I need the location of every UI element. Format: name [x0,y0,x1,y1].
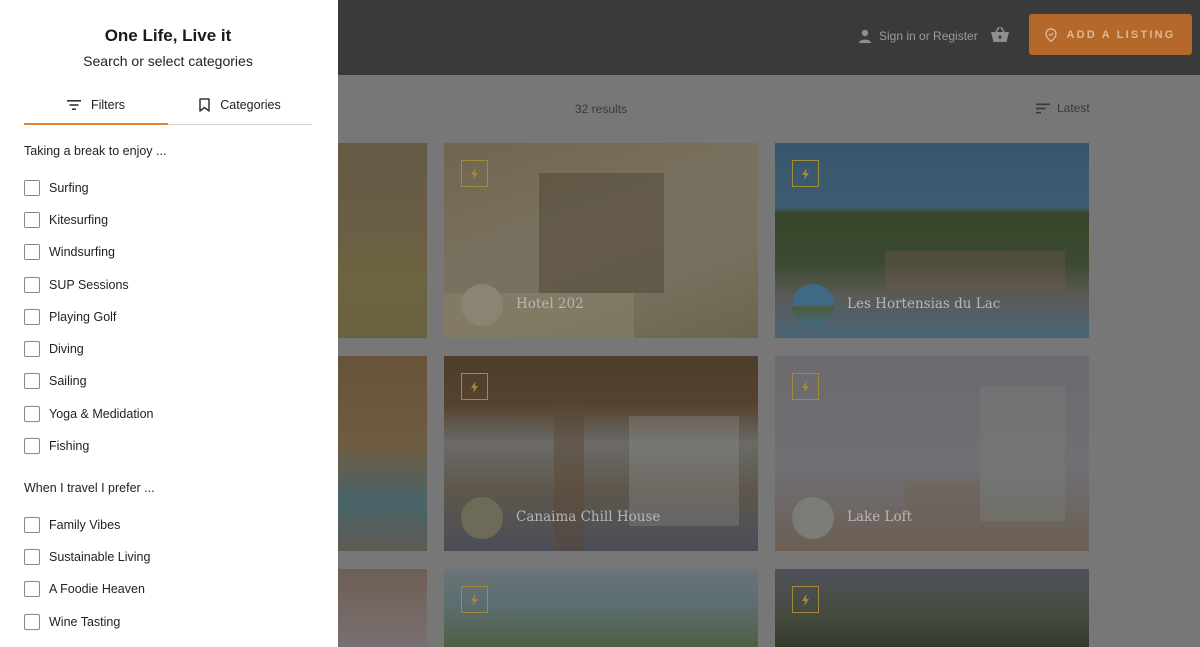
tab-active-indicator [24,123,168,125]
filter-option-sustainable-living[interactable]: Sustainable Living [24,548,150,565]
filter-lines-icon [66,99,81,110]
listing-card[interactable] [338,143,427,338]
option-label: Windsurfing [49,244,115,259]
featured-badge-icon [792,160,819,187]
filter-option-kitesurfing[interactable]: Kitesurfing [24,211,108,228]
listing-title[interactable]: Hotel 202 [516,296,584,312]
option-label: Fishing [49,438,90,453]
featured-badge-icon [461,373,488,400]
drawer-subtitle: Search or select categories [83,53,253,69]
filter-drawer: One Life, Live it Search or select categ… [0,0,338,647]
listing-card-hotel-202[interactable]: Hotel 202 [444,143,758,338]
checkbox[interactable] [24,548,40,565]
filter-option-windsurfing[interactable]: Windsurfing [24,243,115,260]
listing-title[interactable]: Lake Loft [847,509,912,525]
checkbox[interactable] [24,405,40,422]
featured-badge-icon [461,586,488,613]
listing-card-les-hortensias[interactable]: Les Hortensias du Lac [775,143,1089,338]
checkbox[interactable] [24,211,40,228]
basket-icon[interactable] [990,26,1010,44]
card-photo-detail [539,173,664,293]
option-label: A Foodie Heaven [49,581,145,596]
checkbox[interactable] [24,179,40,196]
option-label: Kitesurfing [49,212,109,227]
checkbox[interactable] [24,340,40,357]
filter-option-playing-golf[interactable]: Playing Golf [24,308,116,325]
listing-card[interactable] [444,569,758,647]
add-listing-label: ADD A LISTING [1066,28,1176,41]
filter-option-sailing[interactable]: Sailing [24,372,87,389]
sort-label: Latest [1057,101,1090,115]
checkbox[interactable] [24,276,40,293]
signin-label: Sign in or Register [879,29,978,43]
listing-title[interactable]: Les Hortensias du Lac [847,296,1000,312]
listing-card[interactable] [338,569,427,647]
checkbox[interactable] [24,613,40,630]
host-avatar [461,284,503,326]
bookmark-icon [199,97,211,112]
tab-categories-label: Categories [220,97,281,112]
checkbox[interactable] [24,437,40,454]
card-photo-detail [905,481,980,521]
location-pin-icon [1045,27,1058,42]
featured-badge-icon [792,373,819,400]
listing-card[interactable] [775,569,1089,647]
filter-option-diving[interactable]: Diving [24,340,84,357]
card-photo-detail [885,251,1065,291]
section-title-activities: Taking a break to enjoy ... [24,144,167,158]
option-label: Diving [49,341,84,356]
option-label: Family Vibes [49,517,121,532]
listing-card[interactable] [338,356,427,551]
option-label: Yoga & Medidation [49,406,154,421]
checkbox[interactable] [24,308,40,325]
listing-title[interactable]: Canaima Chill House [516,509,660,525]
filter-option-wine-tasting[interactable]: Wine Tasting [24,613,120,630]
user-icon [859,29,871,43]
signin-link[interactable]: Sign in or Register [858,27,978,45]
tab-categories[interactable]: Categories [168,84,312,125]
drawer-title: One Life, Live it [104,26,232,45]
option-label: Sailing [49,373,87,388]
section-title-preferences: When I travel I prefer ... [24,481,155,495]
filter-option-family-vibes[interactable]: Family Vibes [24,516,120,533]
filter-option-surfing[interactable]: Surfing [24,179,89,196]
tab-filters[interactable]: Filters [24,84,168,125]
option-label: Playing Golf [49,309,117,324]
results-count: 32 results [575,102,628,116]
checkbox[interactable] [24,372,40,389]
option-label: SUP Sessions [49,277,129,292]
tab-filters-label: Filters [90,97,126,112]
sort-dropdown[interactable]: Latest [1036,101,1090,115]
filter-option-fishing[interactable]: Fishing [24,437,89,454]
host-avatar [792,284,834,326]
featured-badge-icon [461,160,488,187]
card-photo-detail [980,386,1065,521]
filter-option-yoga-meditation[interactable]: Yoga & Medidation [24,405,153,422]
add-listing-button[interactable]: ADD A LISTING [1029,14,1192,55]
option-label: Surfing [49,180,89,195]
featured-badge-icon [792,586,819,613]
checkbox[interactable] [24,580,40,597]
host-avatar [461,497,503,539]
checkbox[interactable] [24,516,40,533]
filter-option-sup-sessions[interactable]: SUP Sessions [24,276,129,293]
sort-icon [1036,103,1050,113]
card-photo-detail [554,401,584,551]
host-avatar [792,497,834,539]
filter-option-foodie-heaven[interactable]: A Foodie Heaven [24,580,145,597]
listing-card-lake-loft[interactable]: Lake Loft [775,356,1089,551]
option-label: Sustainable Living [49,549,151,564]
listing-card-canaima[interactable]: Canaima Chill House [444,356,758,551]
option-label: Wine Tasting [49,614,121,629]
checkbox[interactable] [24,243,40,260]
